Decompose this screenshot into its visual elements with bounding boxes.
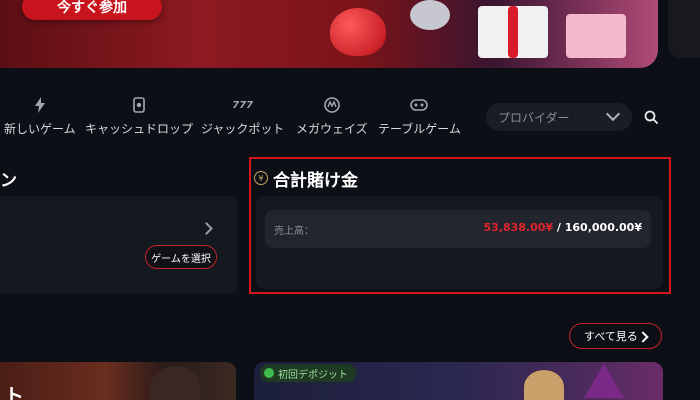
character-image (150, 366, 200, 400)
coin-icon: ¥ (254, 171, 268, 185)
witch-hat-image (584, 364, 624, 398)
wager-current-amount: 53,838.00¥ (483, 221, 554, 234)
table-games-icon (410, 96, 429, 114)
search-button[interactable] (644, 109, 658, 124)
first-deposit-label: 初回デポジット (278, 369, 348, 381)
heart-decoration (330, 8, 386, 56)
gift-ribbon-decoration (508, 6, 518, 58)
cash-drop-icon (130, 96, 148, 114)
character-image (524, 370, 564, 400)
nav-item-new-games[interactable]: 新しいゲーム (4, 96, 76, 140)
check-icon (264, 368, 274, 378)
total-wager-title: 合計賭け金 (273, 171, 358, 191)
hero-next-slide[interactable] (668, 0, 700, 58)
wager-progress-value: 53,838.00¥ / 160,000.00¥ (483, 221, 642, 234)
nav-item-label: 新しいゲーム (4, 122, 76, 136)
nav-item-table-games[interactable]: テーブルゲーム (378, 96, 461, 140)
wager-goal-amount: 160,000.00¥ (564, 221, 642, 234)
nav-item-label: メガウェイズ (296, 122, 368, 136)
nav-item-label: テーブルゲーム (378, 122, 461, 136)
join-now-button[interactable]: 今すぐ参加 (22, 0, 162, 20)
megaways-icon (323, 96, 341, 114)
nav-item-label: ジャックポット (201, 122, 285, 136)
provider-select[interactable]: プロバイダー (486, 103, 632, 131)
see-all-button[interactable]: すべて見る (569, 323, 662, 349)
balloon-decoration (410, 0, 450, 30)
lightning-icon (31, 96, 49, 114)
chevron-right-icon (637, 331, 649, 343)
see-all-label: すべて見る (584, 330, 638, 343)
nav-item-jackpot[interactable]: 777 ジャックポット (201, 96, 284, 140)
left-panel-title: ン (0, 171, 17, 191)
provider-select-placeholder: プロバイダー (498, 110, 570, 125)
chevron-down-icon (605, 106, 621, 122)
select-game-button[interactable]: ゲームを選択 (145, 245, 217, 269)
gift-box-decoration (566, 14, 626, 58)
promo-card-left[interactable]: ト (0, 362, 236, 400)
promo-left-text: ト (4, 384, 24, 400)
wager-separator: / (553, 221, 565, 234)
first-deposit-badge: 初回デポジット (260, 364, 356, 382)
sales-label: 売上高： (274, 226, 314, 237)
nav-item-cash-drop[interactable]: キャッシュドロップ (85, 96, 193, 140)
jackpot-777-icon: 777 (232, 99, 254, 111)
nav-item-label: キャッシュドロップ (85, 122, 194, 136)
search-icon (644, 110, 658, 124)
nav-item-megaways[interactable]: メガウェイズ (296, 96, 368, 140)
